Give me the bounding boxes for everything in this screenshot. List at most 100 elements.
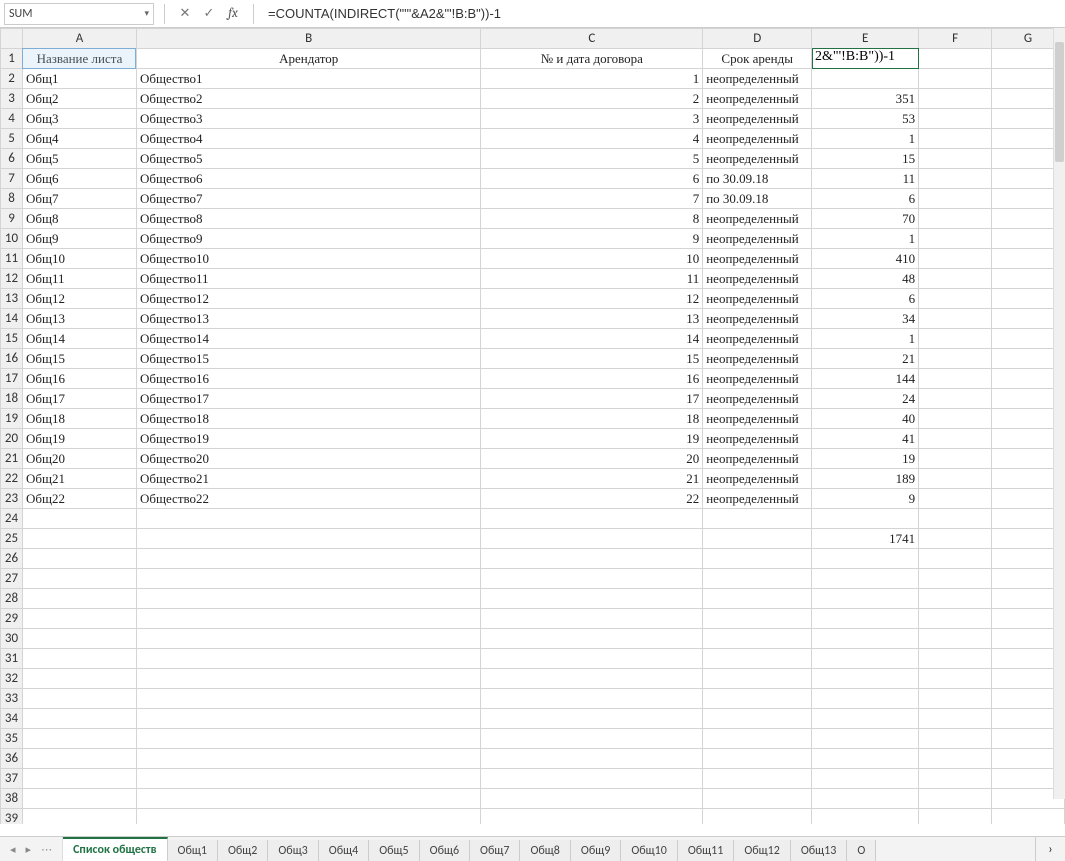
row-header[interactable]: 11 — [1, 249, 23, 269]
tab-nav-next-icon[interactable]: ▸ — [26, 843, 32, 856]
cell-F18[interactable] — [919, 389, 992, 409]
cell-D23[interactable]: неопределенный — [703, 489, 812, 509]
cell-C7[interactable]: 6 — [481, 169, 703, 189]
cell-B23[interactable]: Общество22 — [136, 489, 481, 509]
cell-A16[interactable]: Общ15 — [22, 349, 136, 369]
cell-D32[interactable] — [703, 669, 812, 689]
cell-F26[interactable] — [919, 549, 992, 569]
sheet-tab[interactable]: Общ8 — [520, 840, 570, 861]
cell-F20[interactable] — [919, 429, 992, 449]
cell-C38[interactable] — [481, 789, 703, 809]
cell-E24[interactable] — [812, 509, 919, 529]
cell-B9[interactable]: Общество8 — [136, 209, 481, 229]
cell-D24[interactable] — [703, 509, 812, 529]
cell-D29[interactable] — [703, 609, 812, 629]
row-header[interactable]: 23 — [1, 489, 23, 509]
cell-A19[interactable]: Общ18 — [22, 409, 136, 429]
cell-B29[interactable] — [136, 609, 481, 629]
row-header[interactable]: 13 — [1, 289, 23, 309]
row-header[interactable]: 22 — [1, 469, 23, 489]
cell-C12[interactable]: 11 — [481, 269, 703, 289]
row-header[interactable]: 15 — [1, 329, 23, 349]
cell-D35[interactable] — [703, 729, 812, 749]
cell-B32[interactable] — [136, 669, 481, 689]
cell-C15[interactable]: 14 — [481, 329, 703, 349]
cell-E7[interactable]: 11 — [812, 169, 919, 189]
cell-G39[interactable] — [992, 809, 1065, 825]
cell-F3[interactable] — [919, 89, 992, 109]
cell-C26[interactable] — [481, 549, 703, 569]
cell-A24[interactable] — [22, 509, 136, 529]
cell-C17[interactable]: 16 — [481, 369, 703, 389]
row-header[interactable]: 33 — [1, 689, 23, 709]
row-header[interactable]: 24 — [1, 509, 23, 529]
cell-F28[interactable] — [919, 589, 992, 609]
row-header[interactable]: 32 — [1, 669, 23, 689]
tab-scroll-right[interactable]: › — [1035, 837, 1065, 861]
cell-D30[interactable] — [703, 629, 812, 649]
cell-F37[interactable] — [919, 769, 992, 789]
cell-A25[interactable] — [22, 529, 136, 549]
row-header[interactable]: 34 — [1, 709, 23, 729]
sheet-tab[interactable]: Общ2 — [218, 840, 268, 861]
sheet-tab[interactable]: Общ4 — [319, 840, 369, 861]
cell-B15[interactable]: Общество14 — [136, 329, 481, 349]
row-header[interactable]: 2 — [1, 69, 23, 89]
cell-A5[interactable]: Общ4 — [22, 129, 136, 149]
cell-F38[interactable] — [919, 789, 992, 809]
cell-E21[interactable]: 19 — [812, 449, 919, 469]
row-header[interactable]: 26 — [1, 549, 23, 569]
cell-F22[interactable] — [919, 469, 992, 489]
cell-F35[interactable] — [919, 729, 992, 749]
cell-C20[interactable]: 19 — [481, 429, 703, 449]
cell-F8[interactable] — [919, 189, 992, 209]
cell-B35[interactable] — [136, 729, 481, 749]
sheet-tab[interactable]: Общ10 — [621, 840, 678, 861]
cell-F32[interactable] — [919, 669, 992, 689]
cell-A10[interactable]: Общ9 — [22, 229, 136, 249]
worksheet-grid[interactable]: ABCDEFG 1Название листаАрендатор№ и дата… — [0, 28, 1065, 824]
column-header-D[interactable]: D — [703, 29, 812, 49]
cell-C18[interactable]: 17 — [481, 389, 703, 409]
cell-E28[interactable] — [812, 589, 919, 609]
cell-A20[interactable]: Общ19 — [22, 429, 136, 449]
cell-E17[interactable]: 144 — [812, 369, 919, 389]
cell-E22[interactable]: 189 — [812, 469, 919, 489]
cell-A30[interactable] — [22, 629, 136, 649]
cell-B30[interactable] — [136, 629, 481, 649]
cell-A29[interactable] — [22, 609, 136, 629]
cell-A18[interactable]: Общ17 — [22, 389, 136, 409]
cell-D8[interactable]: по 30.09.18 — [703, 189, 812, 209]
cell-E4[interactable]: 53 — [812, 109, 919, 129]
sheet-tab[interactable]: Общ9 — [571, 840, 621, 861]
cell-F7[interactable] — [919, 169, 992, 189]
sheet-tab[interactable]: Общ12 — [734, 840, 791, 861]
row-header[interactable]: 14 — [1, 309, 23, 329]
cell-A3[interactable]: Общ2 — [22, 89, 136, 109]
cell-A38[interactable] — [22, 789, 136, 809]
cell-E32[interactable] — [812, 669, 919, 689]
column-header-F[interactable]: F — [919, 29, 992, 49]
cell-F34[interactable] — [919, 709, 992, 729]
cell-C25[interactable] — [481, 529, 703, 549]
cell-C27[interactable] — [481, 569, 703, 589]
cell-B14[interactable]: Общество13 — [136, 309, 481, 329]
cell-A27[interactable] — [22, 569, 136, 589]
cell-B17[interactable]: Общество16 — [136, 369, 481, 389]
cell-F31[interactable] — [919, 649, 992, 669]
header-cell-F[interactable] — [919, 49, 992, 69]
cell-D34[interactable] — [703, 709, 812, 729]
cell-E16[interactable]: 21 — [812, 349, 919, 369]
name-box-dropdown-icon[interactable]: ▾ — [144, 8, 149, 19]
cell-E13[interactable]: 6 — [812, 289, 919, 309]
row-header[interactable]: 1 — [1, 49, 23, 69]
cell-C28[interactable] — [481, 589, 703, 609]
cell-B36[interactable] — [136, 749, 481, 769]
header-cell-C[interactable]: № и дата договора — [481, 49, 703, 69]
cell-D4[interactable]: неопределенный — [703, 109, 812, 129]
row-header[interactable]: 19 — [1, 409, 23, 429]
cell-D39[interactable] — [703, 809, 812, 825]
cell-A6[interactable]: Общ5 — [22, 149, 136, 169]
cell-E18[interactable]: 24 — [812, 389, 919, 409]
cell-A17[interactable]: Общ16 — [22, 369, 136, 389]
